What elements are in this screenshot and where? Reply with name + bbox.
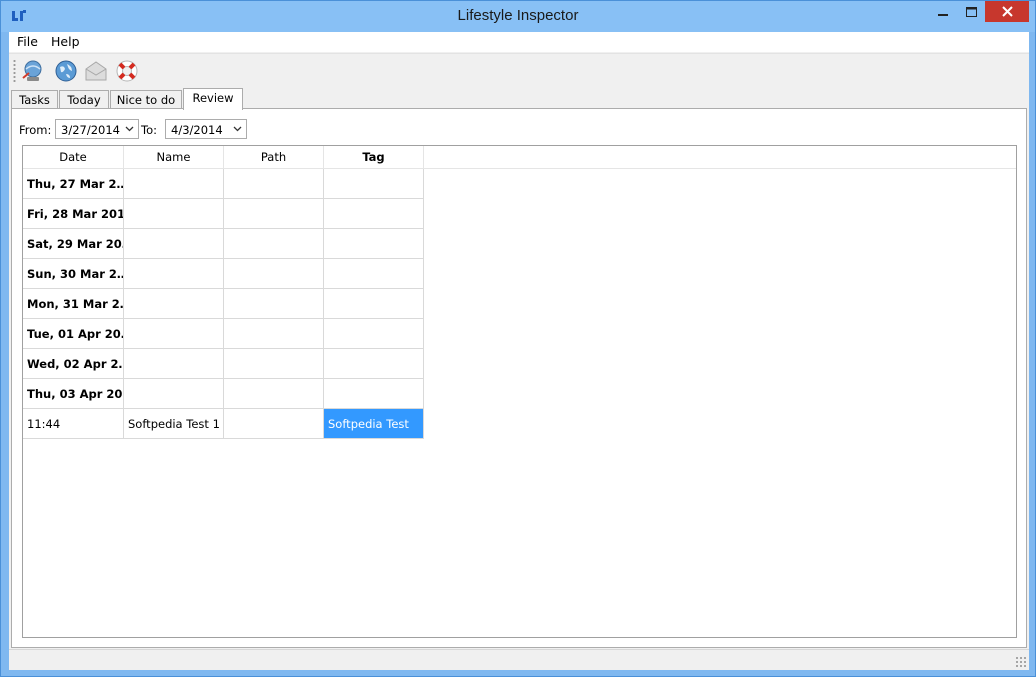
- review-panel: From: 3/27/2014 To: 4/3/2014 Date Name P…: [11, 108, 1027, 648]
- tag-cell[interactable]: [324, 229, 424, 259]
- date-cell[interactable]: Fri, 28 Mar 2014: [23, 199, 124, 229]
- column-header-name[interactable]: Name: [124, 146, 224, 169]
- menu-file[interactable]: File: [17, 34, 38, 49]
- close-button[interactable]: [985, 1, 1029, 22]
- tag-cell[interactable]: [324, 259, 424, 289]
- tag-cell[interactable]: [324, 199, 424, 229]
- name-cell[interactable]: [124, 229, 224, 259]
- name-cell[interactable]: [124, 289, 224, 319]
- toolbar-grip[interactable]: [13, 59, 16, 83]
- to-date-picker[interactable]: 4/3/2014: [165, 119, 247, 139]
- column-header-date[interactable]: Date: [23, 146, 124, 169]
- mail-button[interactable]: [83, 58, 109, 84]
- path-cell[interactable]: [224, 259, 324, 289]
- client-area: File Help Tasks Today Nice to do Review …: [9, 32, 1029, 670]
- path-cell[interactable]: [224, 379, 324, 409]
- minimize-icon: [938, 13, 948, 16]
- title-bar[interactable]: Lifestyle Inspector: [1, 1, 1035, 32]
- tab-strip: Tasks Today Nice to do Review: [9, 88, 1029, 110]
- tag-cell[interactable]: [324, 349, 424, 379]
- path-cell[interactable]: [224, 199, 324, 229]
- date-cell[interactable]: Mon, 31 Mar 2…: [23, 289, 124, 319]
- tag-cell[interactable]: [324, 319, 424, 349]
- connect-icon: [22, 60, 42, 81]
- path-cell[interactable]: [224, 319, 324, 349]
- tag-cell-selected[interactable]: Softpedia Test: [324, 409, 424, 439]
- name-cell[interactable]: [124, 169, 224, 199]
- grid-header: Date Name Path Tag: [23, 146, 1016, 169]
- tab-tasks[interactable]: Tasks: [11, 90, 58, 109]
- menu-help[interactable]: Help: [51, 34, 80, 49]
- date-cell[interactable]: Sat, 29 Mar 20…: [23, 229, 124, 259]
- date-cell[interactable]: Wed, 02 Apr 2…: [23, 349, 124, 379]
- connect-button[interactable]: [20, 58, 46, 84]
- help-lifebuoy-button[interactable]: [114, 58, 140, 84]
- lifebuoy-icon: [116, 60, 138, 82]
- path-cell[interactable]: [224, 229, 324, 259]
- resize-grip[interactable]: [1015, 656, 1027, 668]
- from-date-value: 3/27/2014: [61, 123, 120, 137]
- from-label: From:: [19, 123, 52, 137]
- tag-cell[interactable]: [324, 169, 424, 199]
- date-cell[interactable]: Thu, 03 Apr 20…: [23, 379, 124, 409]
- minimize-button[interactable]: [931, 1, 955, 22]
- toolbar: [9, 53, 1029, 86]
- path-cell[interactable]: [224, 289, 324, 319]
- name-cell[interactable]: [124, 199, 224, 229]
- tab-review[interactable]: Review: [183, 88, 243, 110]
- name-cell[interactable]: Softpedia Test 1: [124, 409, 224, 439]
- name-cell[interactable]: [124, 379, 224, 409]
- to-date-value: 4/3/2014: [171, 123, 223, 137]
- column-header-tag[interactable]: Tag: [324, 146, 424, 169]
- from-date-picker[interactable]: 3/27/2014: [55, 119, 139, 139]
- name-cell[interactable]: [124, 319, 224, 349]
- path-cell[interactable]: [224, 349, 324, 379]
- chevron-down-icon: [125, 126, 134, 132]
- name-cell[interactable]: [124, 259, 224, 289]
- date-cell[interactable]: Sun, 30 Mar 2…: [23, 259, 124, 289]
- mail-icon: [85, 61, 107, 81]
- column-header-path[interactable]: Path: [224, 146, 324, 169]
- date-cell[interactable]: Thu, 27 Mar 2…: [23, 169, 124, 199]
- maximize-icon: [965, 6, 977, 17]
- app-window: Lifestyle Inspector File Help Tasks Toda…: [0, 0, 1036, 677]
- tag-cell[interactable]: [324, 379, 424, 409]
- menu-bar: File Help: [9, 32, 1029, 52]
- tag-cell[interactable]: [324, 289, 424, 319]
- tab-today[interactable]: Today: [59, 90, 109, 109]
- name-cell[interactable]: [124, 349, 224, 379]
- tab-nice-to-do[interactable]: Nice to do: [110, 90, 182, 109]
- maximize-button[interactable]: [959, 1, 983, 22]
- globe-button[interactable]: [53, 58, 79, 84]
- status-bar: [9, 649, 1029, 670]
- window-title: Lifestyle Inspector: [457, 7, 579, 24]
- date-cell[interactable]: Tue, 01 Apr 20…: [23, 319, 124, 349]
- path-cell[interactable]: [224, 409, 324, 439]
- path-cell[interactable]: [224, 169, 324, 199]
- to-label: To:: [141, 123, 157, 137]
- time-cell[interactable]: 11:44: [23, 409, 124, 439]
- review-grid[interactable]: Date Name Path Tag Thu, 27 Mar 2… Fri, 2…: [22, 145, 1017, 638]
- globe-icon: [55, 60, 77, 82]
- close-icon: [1001, 6, 1013, 17]
- chevron-down-icon: [233, 126, 242, 132]
